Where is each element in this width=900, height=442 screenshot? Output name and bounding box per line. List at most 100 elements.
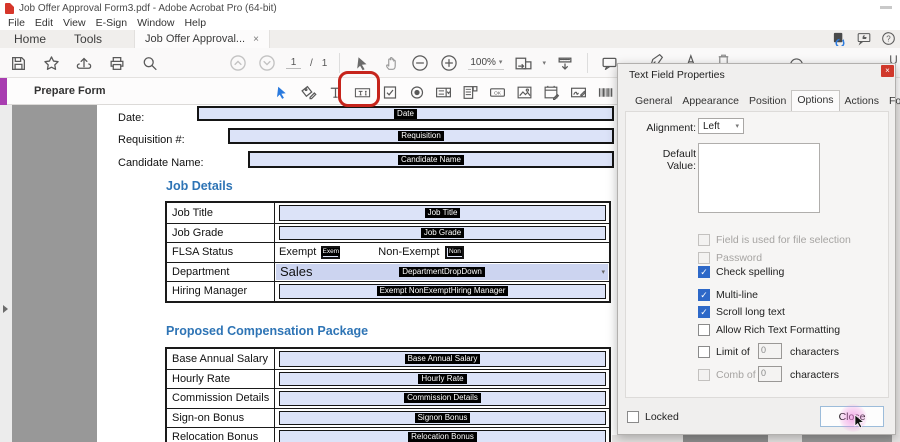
file-selection-checkbox[interactable] [698,234,710,246]
exempt-checkbox-field[interactable]: Exem [321,246,340,259]
job-title-field[interactable]: Job Title [279,205,606,221]
table-row: FLSA Status Exempt Exem Non-Exempt Non [167,242,609,262]
job-grade-field[interactable]: Job Grade [279,226,606,241]
menu-esign[interactable]: E-Sign [96,17,128,29]
multi-line-checkbox[interactable]: ✓ [698,289,710,301]
relocation-bonus-field[interactable]: Relocation Bonus [279,430,606,442]
zoom-level-select[interactable]: 100% ▾ [468,57,504,70]
menu-help[interactable]: Help [184,17,206,29]
search-icon[interactable] [140,52,160,74]
close-button[interactable]: Close [820,406,884,427]
image-field-icon[interactable] [516,81,533,103]
tab-format[interactable]: Format [884,92,900,111]
date-field-icon[interactable] [543,81,560,103]
non-exempt-checkbox-field[interactable]: Non [445,246,464,259]
tab-actions[interactable]: Actions [840,92,884,111]
default-value-textarea[interactable] [698,143,820,213]
zoom-in-icon[interactable] [439,52,459,74]
base-annual-salary-field[interactable]: Base Annual Salary [279,351,606,367]
feedback-icon[interactable] [856,31,872,46]
save-icon[interactable] [8,52,28,74]
tab-appearance[interactable]: Appearance [677,92,744,111]
tab-tools[interactable]: Tools [60,30,116,48]
sign-on-bonus-field-tag: Signon Bonus [415,413,471,423]
window-title: Job Offer Approval Form3.pdf - Adobe Acr… [19,3,277,14]
limit-checkbox[interactable] [698,346,710,358]
comb-characters-input[interactable]: 0 [758,366,782,382]
minimize-button[interactable] [880,6,892,9]
file-selection-checkbox-row: Field is used for file selection [698,234,851,246]
chevron-down-icon[interactable]: ▾ [601,268,605,276]
button-field-icon[interactable]: OK [489,81,506,103]
menu-bar: File Edit View E-Sign Window Help [0,16,900,30]
checkbox-field-icon[interactable] [381,81,398,103]
tab-general[interactable]: General [630,92,677,111]
previous-page-icon[interactable] [228,52,248,74]
password-checkbox[interactable] [698,252,710,264]
limit-label: Limit of [716,346,750,358]
tab-options[interactable]: Options [791,90,839,111]
page-total: 1 [322,58,328,69]
commission-details-field[interactable]: Commission Details [279,391,606,406]
sign-on-bonus-field[interactable]: Signon Bonus [279,411,606,426]
date-field[interactable]: Date [197,106,614,121]
add-text-icon[interactable] [327,81,344,103]
combobox-field-icon[interactable] [435,81,452,103]
rich-text-checkbox[interactable] [698,324,710,336]
document-tab-bar: Home Tools Job Offer Approval... × [0,30,900,48]
tab-close-icon[interactable]: × [253,34,259,45]
candidate-name-field[interactable]: Candidate Name [248,151,614,168]
help-icon[interactable]: ? [881,31,896,46]
department-dropdown[interactable]: Sales DepartmentDropDown ▾ [276,264,608,281]
department-field-tag: DepartmentDropDown [399,267,485,277]
tab-home[interactable]: Home [0,30,60,48]
zoom-out-icon[interactable] [410,52,430,74]
dialog-close-icon[interactable]: × [881,65,894,77]
barcode-field-icon[interactable] [597,81,614,103]
commission-details-field-tag: Commission Details [404,393,481,403]
signature-field-icon[interactable] [570,81,587,103]
hiring-manager-field[interactable]: Exempt NonExemptHiring Manager [279,284,606,299]
print-icon[interactable] [107,52,127,74]
menu-edit[interactable]: Edit [35,17,53,29]
locked-checkbox[interactable] [627,411,639,423]
page-fit-chevron-icon[interactable]: ▾ [542,59,546,67]
fit-width-icon[interactable] [555,52,575,74]
check-spelling-checkbox-row: ✓ Check spelling [698,266,784,278]
hourly-rate-field[interactable]: Hourly Rate [279,372,606,387]
requisition-field[interactable]: Requisition [228,128,614,144]
limit-characters-input[interactable]: 0 [758,343,782,359]
select-tool-icon[interactable] [352,52,372,74]
locked-label: Locked [645,411,679,423]
menu-file[interactable]: File [8,17,25,29]
locked-checkbox-row: Locked [627,411,679,423]
svg-text:OK: OK [494,90,502,96]
password-checkbox-row: Password [698,252,762,264]
text-field-icon[interactable] [354,81,371,103]
listbox-field-icon[interactable] [462,81,479,103]
comb-checkbox[interactable] [698,369,710,381]
form-select-icon[interactable] [273,81,290,103]
scroll-long-text-checkbox[interactable]: ✓ [698,306,710,318]
expand-panel-icon[interactable] [3,305,8,313]
star-icon[interactable] [41,52,61,74]
acrobat-app-icon [5,3,14,14]
alignment-select[interactable]: Left ▾ [698,118,744,134]
check-spelling-checkbox[interactable]: ✓ [698,266,710,278]
radio-field-icon[interactable] [408,81,425,103]
hourly-rate-label: Hourly Rate [167,370,275,389]
share-upload-icon[interactable] [74,52,94,74]
edit-fields-icon[interactable] [300,81,317,103]
menu-window[interactable]: Window [137,17,174,29]
tab-position[interactable]: Position [744,92,791,111]
hiring-manager-label: Hiring Manager [167,282,275,301]
tab-document[interactable]: Job Offer Approval... × [134,30,270,48]
job-grade-label: Job Grade [167,224,275,243]
document-cloud-icon[interactable] [832,31,847,46]
menu-view[interactable]: View [63,17,86,29]
next-page-icon[interactable] [257,52,277,74]
page-number-input[interactable]: 1 [286,57,301,69]
hand-tool-icon[interactable] [381,52,401,74]
page-fit-icon[interactable] [513,52,533,74]
left-panel-rail[interactable] [0,105,12,442]
